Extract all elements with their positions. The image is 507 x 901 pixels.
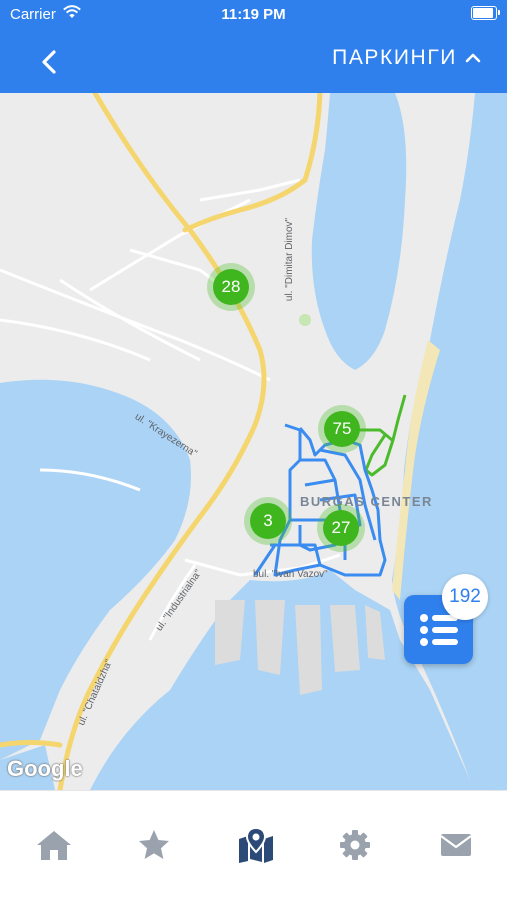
parking-cluster[interactable]: 27: [317, 504, 365, 552]
cluster-count: 3: [250, 503, 286, 539]
back-button[interactable]: [32, 44, 68, 80]
star-icon: [139, 830, 169, 859]
tab-home[interactable]: [32, 825, 76, 865]
cluster-count: 27: [323, 510, 359, 546]
parking-dropdown[interactable]: ПАРКИНГИ: [332, 46, 481, 70]
street-label-ivan-vazov: bul. "Ivan Vazov": [253, 569, 328, 580]
map-canvas: [0, 93, 507, 790]
map-pin-icon: [239, 827, 273, 863]
parking-cluster[interactable]: 75: [318, 405, 366, 453]
results-count-badge: 192: [442, 574, 488, 620]
tab-settings[interactable]: [333, 825, 377, 865]
cluster-count: 28: [213, 269, 249, 305]
area-label-burgas-center: BURGAS CENTER: [300, 494, 433, 509]
google-logo: Google: [7, 756, 83, 781]
map-view[interactable]: ul. "Dimitar Dimov" ul. "Krayezerna" ul.…: [0, 93, 507, 790]
tab-favorites[interactable]: [132, 825, 176, 865]
status-time: 11:19 PM: [221, 6, 286, 23]
cluster-count: 75: [324, 411, 360, 447]
status-bar: Carrier 11:19 PM: [0, 0, 507, 28]
chevron-up-icon: [465, 53, 481, 63]
tab-messages[interactable]: [434, 825, 478, 865]
home-icon: [37, 831, 71, 860]
parking-cluster[interactable]: 3: [244, 497, 292, 545]
tab-map[interactable]: [234, 825, 278, 865]
page-title: ПАРКИНГИ: [332, 46, 457, 69]
chevron-left-icon: [42, 50, 56, 74]
mail-icon: [440, 834, 472, 856]
tab-bar: [0, 790, 507, 901]
gear-icon: [340, 830, 370, 860]
street-label-dimitar-dimov: ul. "Dimitar Dimov": [284, 217, 296, 302]
top-bar: Carrier 11:19 PM ПАРКИНГИ: [0, 0, 507, 93]
parking-cluster[interactable]: 28: [207, 263, 255, 311]
battery-icon: [471, 6, 500, 20]
